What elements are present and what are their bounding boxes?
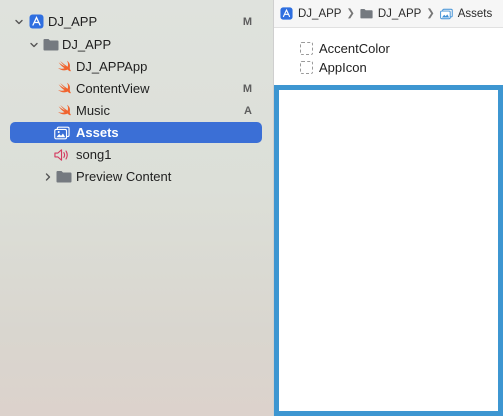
asset-item-app-icon[interactable]: AppIcon	[300, 58, 367, 76]
chevron-down-icon[interactable]	[14, 17, 24, 27]
asset-catalog-icon	[54, 125, 70, 141]
source-control-badge: A	[244, 104, 252, 117]
folder-icon	[43, 37, 59, 53]
app-project-icon	[280, 7, 293, 20]
asset-label: AccentColor	[319, 40, 390, 56]
swift-file-icon	[56, 81, 72, 97]
breadcrumb-group[interactable]: DJ_APP	[360, 7, 421, 20]
navigator-item-file[interactable]: DJ_APPApp	[10, 56, 262, 77]
asset-item-accent-color[interactable]: AccentColor	[300, 39, 390, 57]
color-set-icon	[300, 41, 313, 55]
source-control-badge: M	[242, 15, 252, 28]
breadcrumb-label: Assets	[457, 7, 493, 20]
app-icon-set-icon	[300, 60, 313, 74]
breadcrumb-label: DJ_APP	[298, 7, 342, 20]
swift-file-icon	[56, 59, 72, 75]
chevron-right-icon[interactable]	[43, 172, 53, 182]
source-control-badge: M	[242, 82, 252, 95]
asset-catalog-icon	[439, 7, 453, 20]
project-navigator: DJ_APP M DJ_APP DJ_APPApp ContentView M …	[0, 0, 273, 416]
breadcrumb-label: DJ_APP	[377, 7, 422, 20]
folder-icon	[56, 169, 72, 185]
navigator-item-assets[interactable]: Assets	[10, 122, 262, 143]
navigator-item-label: song1	[76, 147, 112, 162]
navigator-item-group[interactable]: Preview Content	[10, 166, 262, 187]
folder-icon	[360, 7, 373, 20]
app-project-icon	[28, 14, 44, 30]
navigator-item-file[interactable]: Music A	[10, 100, 262, 121]
audio-file-icon	[54, 147, 70, 163]
navigator-item-label: DJ_APPApp	[76, 59, 148, 74]
navigator-item-label: Preview Content	[76, 169, 172, 184]
chevron-down-icon[interactable]	[29, 40, 39, 50]
navigator-item-label: Assets	[76, 125, 119, 140]
navigator-item-group[interactable]: DJ_APP	[10, 34, 262, 55]
navigator-item-file[interactable]: song1	[10, 144, 262, 165]
chevron-right-icon: ❯	[346, 8, 355, 19]
breadcrumb-assets[interactable]: Assets	[439, 7, 493, 20]
swift-file-icon	[56, 103, 72, 119]
navigator-item-label: ContentView	[76, 81, 150, 96]
navigator-item-label: Music	[76, 103, 110, 118]
navigator-item-file[interactable]: ContentView M	[10, 78, 262, 99]
jump-bar: DJ_APP ❯ DJ_APP ❯ Assets	[274, 0, 503, 28]
navigator-item-project[interactable]: DJ_APP M	[10, 11, 262, 32]
breadcrumb-project[interactable]: DJ_APP	[280, 7, 341, 20]
navigator-item-label: DJ_APP	[48, 14, 98, 29]
asset-label: AppIcon	[319, 59, 367, 75]
chevron-right-icon: ❯	[426, 8, 435, 19]
navigator-item-label: DJ_APP	[62, 37, 112, 52]
asset-editor-canvas[interactable]	[274, 85, 503, 416]
